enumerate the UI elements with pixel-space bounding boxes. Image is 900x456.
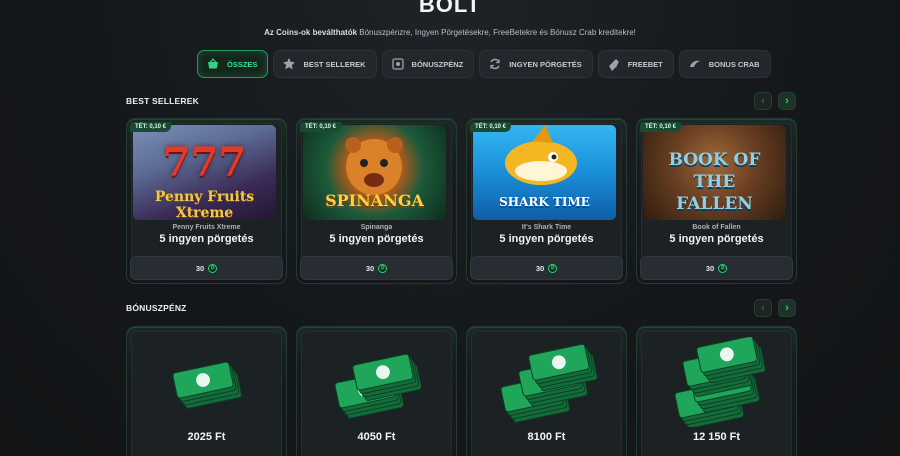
cash-stack-icon [500, 343, 598, 423]
carousel-arrows: ‹ › [754, 299, 796, 317]
bonus-money-carousel: 2025 Ft 4050 Ft 8100 Ft 12 150 Ft [126, 326, 797, 456]
offer-text: 5 ingyen pörgetés [159, 233, 254, 245]
buy-button[interactable]: 30 ₿ [640, 256, 793, 280]
game-thumbnail: 777 Penny Fruits Xtreme [133, 125, 276, 220]
filter-bonus-money[interactable]: BÓNUSZPÉNZ [381, 50, 475, 78]
game-name: It's Shark Time [521, 224, 572, 231]
filter-label: ÖSSZES [227, 59, 258, 69]
filter-tabs: ÖSSZES BEST SELLEREK BÓNUSZPÉNZ INGYEN P… [197, 50, 771, 78]
bonus-amount: 8100 Ft [527, 431, 566, 443]
next-arrow-button[interactable]: › [778, 92, 796, 110]
bonus-card[interactable]: 4050 Ft [296, 326, 457, 456]
game-thumbnail: BOOK OF THE FALLEN [643, 125, 786, 220]
filter-freebet[interactable]: FREEBET [597, 50, 674, 78]
coin-icon: ₿ [378, 263, 388, 273]
bonus-amount: 2025 Ft [187, 431, 226, 443]
product-card[interactable]: TÉT: 0,10 € SPINANGA Spinanga 5 ingyen p… [296, 118, 457, 284]
price-value: 30 [195, 263, 205, 273]
basket-icon [206, 57, 220, 71]
price-value: 30 [535, 263, 545, 273]
subtitle-rest: Bónuszpénzre, Ingyen Pörgetésekre, FreeB… [357, 28, 636, 37]
coin-icon: ₿ [718, 263, 728, 273]
section-title: BÓNUSZPÉNZ [126, 303, 187, 313]
product-card[interactable]: TÉT: 0,10 € SHARK TIME It's Shark Time 5… [466, 118, 627, 284]
filter-label: FREEBET [627, 59, 663, 69]
cash-stack-icon [172, 361, 242, 409]
filter-label: BEST SELLEREK [303, 59, 366, 69]
section-title: BEST SELLEREK [126, 96, 199, 106]
prev-arrow-button[interactable]: ‹ [754, 92, 772, 110]
bonus-money-header: BÓNUSZPÉNZ ‹ › [126, 298, 796, 318]
thumb-subtitle: Penny Fruits Xtreme [154, 189, 255, 220]
price-value: 30 [365, 263, 375, 273]
game-thumbnail: SPINANGA [303, 125, 446, 220]
product-card[interactable]: TÉT: 0,10 € 777 Penny Fruits Xtreme Penn… [126, 118, 287, 284]
carousel-arrows: ‹ › [754, 92, 796, 110]
game-name: Penny Fruits Xtreme [172, 224, 241, 231]
thumb-title: 777 [162, 139, 247, 186]
buy-button[interactable]: 30 ₿ [130, 256, 283, 280]
bonus-amount: 4050 Ft [357, 431, 396, 443]
offer-text: 5 ingyen pörgetés [499, 233, 594, 245]
best-sellers-carousel: TÉT: 0,10 € 777 Penny Fruits Xtreme Penn… [126, 118, 797, 284]
prev-arrow-button[interactable]: ‹ [754, 299, 772, 317]
spin-icon [488, 57, 502, 71]
product-card[interactable]: TÉT: 0,10 € BOOK OF THE FALLEN Book of F… [636, 118, 797, 284]
bonus-card[interactable]: 8100 Ft [466, 326, 627, 456]
buy-button[interactable]: 30 ₿ [300, 256, 453, 280]
bet-badge: TÉT: 0,10 € [130, 122, 172, 132]
next-arrow-button[interactable]: › [778, 299, 796, 317]
money-icon [391, 57, 405, 71]
cash-stack-icon [334, 353, 422, 419]
thumb-title: SHARK TIME [499, 195, 590, 209]
bet-badge: TÉT: 0,10 € [640, 122, 682, 132]
filter-free-spins[interactable]: INGYEN PÖRGETÉS [479, 50, 593, 78]
coin-icon: ₿ [208, 263, 218, 273]
ticket-icon [607, 57, 621, 71]
filter-label: INGYEN PÖRGETÉS [509, 59, 582, 69]
price-value: 30 [705, 263, 715, 273]
game-name: Book of Fallen [692, 224, 741, 231]
offer-text: 5 ingyen pörgetés [329, 233, 424, 245]
claw-icon [688, 57, 702, 71]
filter-label: BONUS CRAB [708, 59, 760, 69]
best-sellers-header: BEST SELLEREK ‹ › [126, 91, 796, 111]
bet-badge: TÉT: 0,10 € [470, 122, 512, 132]
filter-bonus-crab[interactable]: BONUS CRAB [678, 50, 771, 78]
bonus-card[interactable]: 12 150 Ft [636, 326, 797, 456]
subtitle-strong: Az Coins-ok beválthatók [264, 28, 358, 37]
bonus-amount: 12 150 Ft [692, 431, 741, 443]
bet-badge: TÉT: 0,10 € [300, 122, 342, 132]
filter-best-sellers[interactable]: BEST SELLEREK [273, 50, 377, 78]
game-name: Spinanga [360, 224, 393, 231]
offer-text: 5 ingyen pörgetés [669, 233, 764, 245]
thumb-title: SPINANGA [325, 191, 424, 210]
game-thumbnail: SHARK TIME [473, 125, 616, 220]
thumb-title: BOOK OF THE FALLEN [668, 150, 761, 214]
page-title: BOLT [418, 0, 482, 17]
bonus-card[interactable]: 2025 Ft [126, 326, 287, 456]
page-subtitle: Az Coins-ok beválthatók Bónuszpénzre, In… [0, 28, 900, 37]
coin-icon: ₿ [548, 263, 558, 273]
filter-all[interactable]: ÖSSZES [197, 50, 269, 78]
cash-stack-icon [674, 337, 766, 427]
star-icon [282, 57, 296, 71]
filter-label: BÓNUSZPÉNZ [411, 59, 464, 69]
buy-button[interactable]: 30 ₿ [470, 256, 623, 280]
